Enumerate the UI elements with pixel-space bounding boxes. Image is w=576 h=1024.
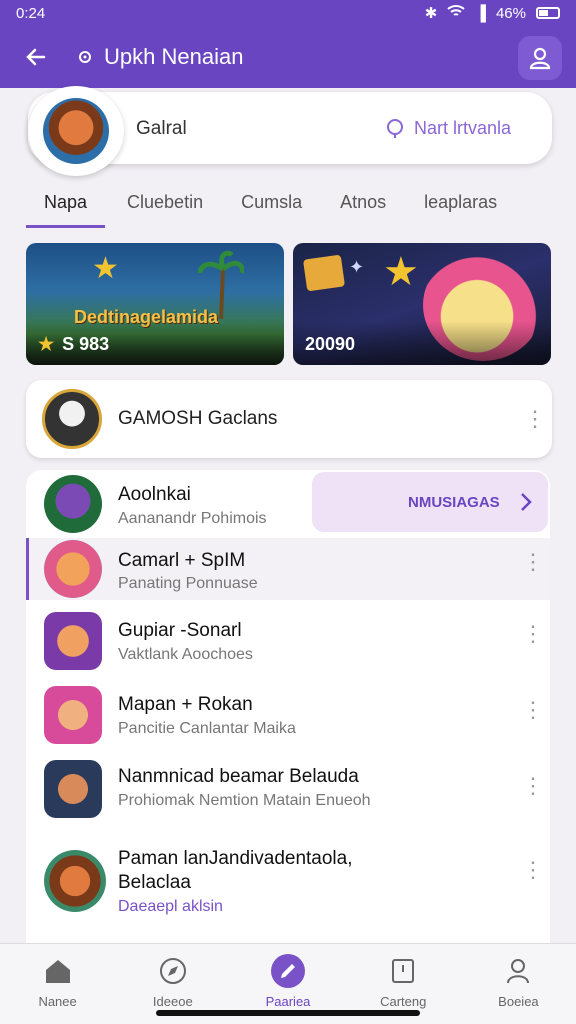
list-item-title: Gupiar -Sonarl	[118, 620, 242, 641]
more-icon[interactable]: ⋮	[522, 859, 544, 881]
avatar	[44, 612, 102, 670]
banner-price-value: S 983	[62, 334, 110, 354]
battery-icon	[536, 7, 560, 19]
nav-label: Ideeoe	[152, 994, 193, 1009]
status-bar: 0:24 ✱ ▐ 46%	[0, 0, 576, 26]
tab-leaplaras[interactable]: leaplaras	[424, 186, 497, 228]
envelope-icon	[302, 254, 346, 292]
nav-profile[interactable]: Boeiea	[461, 944, 576, 1024]
back-button[interactable]	[16, 37, 56, 77]
avatar	[44, 475, 102, 533]
tab-bar: Napa Cluebetin Cumsla Atnos leaplaras	[26, 186, 550, 228]
person-icon	[529, 47, 551, 70]
header-link-label: Nart lrtvanla	[414, 117, 512, 138]
avatar	[42, 389, 102, 449]
list-item[interactable]: Paman lanJandivadentaola, Belaclaa Daeae…	[26, 836, 550, 936]
sparkle-icon: ✦	[349, 257, 365, 277]
more-icon[interactable]: ⋮	[522, 551, 544, 573]
star-icon: ★	[383, 250, 419, 294]
tab-cumsla[interactable]: Cumsla	[241, 186, 302, 228]
bell-icon	[387, 119, 403, 138]
pen-icon	[271, 954, 305, 988]
chevron-right-icon	[521, 493, 532, 511]
list-item-subtitle: Pancitie Canlantar Maika	[118, 720, 296, 737]
cta-button[interactable]: NMUSIAGAS	[312, 472, 548, 532]
list-item-subtitle: Vaktlank Aoochoes	[118, 646, 253, 663]
avatar-image	[43, 98, 109, 164]
list-item[interactable]: Nanmnicad beamar Belauda Prohiomak Nemti…	[26, 758, 550, 832]
gear-icon	[79, 51, 91, 63]
list-item-title: Paman lanJandivadentaola,	[118, 848, 353, 869]
list-item[interactable]: Mapan + Rokan Pancitie Canlantar Maika ⋮	[26, 680, 550, 756]
profile-button[interactable]	[518, 36, 562, 80]
bluetooth-icon: ✱	[424, 5, 438, 22]
list-item-subtitle: Prohiomak Nemtion Matain Enueoh	[118, 792, 371, 809]
featured-card[interactable]: GAMOSH Gaclans ⋮	[26, 380, 552, 458]
banner-card-1[interactable]: ★ Dedtinagelamida ★ S 983	[26, 243, 284, 365]
title-area: Upkh Nenaian	[76, 44, 243, 70]
tab-cluebetin[interactable]: Cluebetin	[127, 186, 203, 228]
list-item-title: Camarl + SpIM	[118, 550, 246, 571]
header-name: Galral	[136, 118, 187, 139]
tab-atnos[interactable]: Atnos	[340, 186, 386, 228]
banner-price: 20090	[305, 334, 355, 355]
battery-percent: 46%	[495, 4, 526, 22]
list-item-title-line2: Belaclaa	[118, 872, 191, 893]
more-icon[interactable]: ⋮	[522, 699, 544, 721]
more-icon[interactable]: ⋮	[522, 775, 544, 797]
avatar[interactable]	[28, 86, 124, 176]
status-time: 0:24	[16, 4, 46, 22]
page-title: Upkh Nenaian	[104, 44, 244, 69]
cta-label: NMUSIAGAS	[408, 493, 500, 511]
nav-home[interactable]: Nanee	[0, 944, 115, 1024]
list-item-title: Nanmnicad beamar Belauda	[118, 766, 359, 787]
game-list: Aoolnkai Aananandr Pohimois NMUSIAGAS Ca…	[26, 470, 550, 944]
list-item[interactable]: Camarl + SpIM Panating Ponnuase ⋮	[26, 538, 550, 600]
person-icon	[501, 954, 535, 988]
avatar	[44, 540, 102, 598]
signal-icon: ▐	[475, 4, 486, 22]
coin-icon: ★	[38, 334, 55, 354]
tab-napa[interactable]: Napa	[26, 186, 106, 228]
avatar	[44, 686, 102, 744]
status-icons: ✱ ▐ 46%	[425, 4, 560, 22]
banner-price: ★ S 983	[38, 334, 109, 355]
app-bar: Upkh Nenaian	[0, 26, 576, 88]
star-icon: ★	[92, 252, 119, 285]
home-indicator	[156, 1010, 420, 1016]
list-item[interactable]: Gupiar -Sonarl Vaktlank Aoochoes ⋮	[26, 606, 550, 678]
wifi-icon	[447, 4, 465, 22]
more-icon[interactable]: ⋮	[524, 408, 546, 430]
nav-label: Nanee	[38, 994, 77, 1009]
list-item-subtitle: Daeaepl aklsin	[118, 898, 223, 915]
list-item[interactable]: Aoolnkai Aananandr Pohimois NMUSIAGAS	[26, 470, 550, 536]
header-link[interactable]: Nart lrtvanla	[384, 117, 511, 139]
featured-name: GAMOSH Gaclans	[118, 408, 278, 429]
list-item-subtitle: Panating Ponnuase	[118, 575, 258, 592]
avatar	[44, 850, 106, 912]
banner-card-2[interactable]: ★ ✦ 20090	[293, 243, 551, 365]
list-item-title: Aoolnkai	[118, 484, 191, 505]
back-arrow-icon	[26, 48, 46, 66]
nav-label: Boeiea	[498, 994, 539, 1009]
list-item-subtitle: Aananandr Pohimois	[118, 510, 267, 527]
nav-label: Paariea	[265, 994, 311, 1009]
list-item-title: Mapan + Rokan	[118, 694, 253, 715]
nav-label: Carteng	[380, 994, 427, 1009]
home-icon	[41, 954, 75, 988]
avatar	[44, 760, 102, 818]
banner-price-value: 20090	[305, 334, 356, 354]
compass-icon	[156, 954, 190, 988]
card-icon	[386, 954, 420, 988]
more-icon[interactable]: ⋮	[522, 623, 544, 645]
